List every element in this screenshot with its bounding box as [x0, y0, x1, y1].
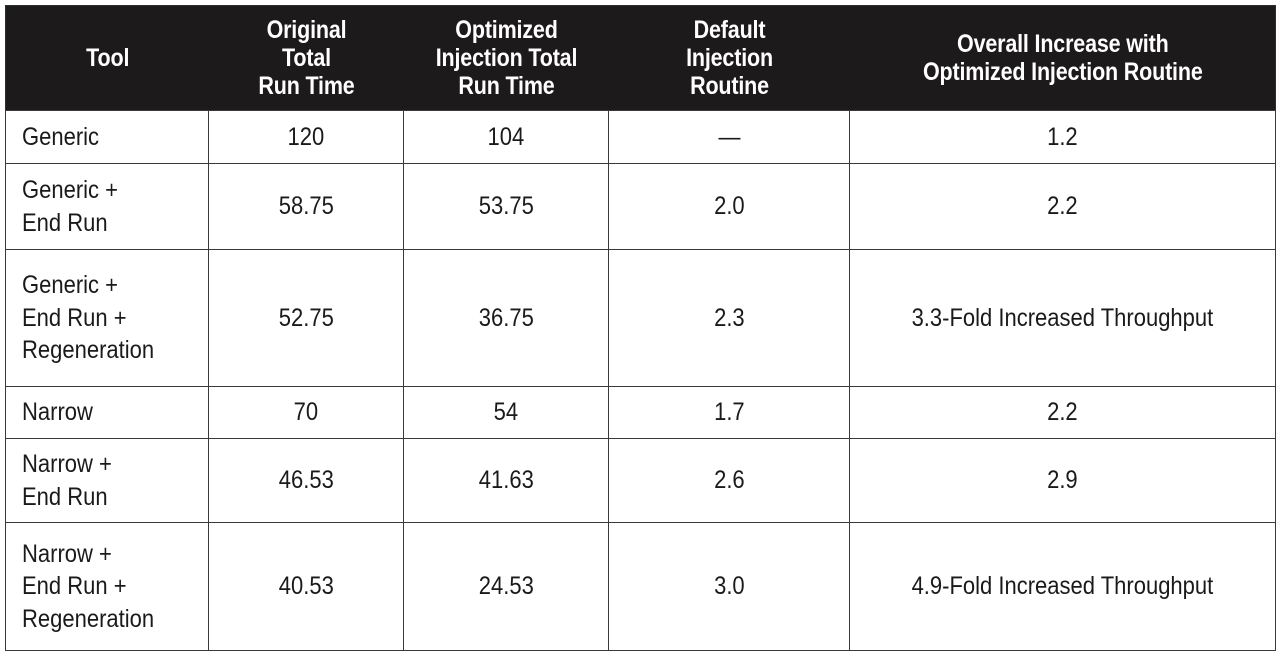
table-row: Narrow 70 54 1.7 2.2 — [5, 386, 1276, 440]
cell-optimized-text: 36.75 — [478, 303, 534, 332]
cell-default-injection-routine: 2.3 — [608, 249, 850, 388]
cell-original-text: 46.53 — [278, 466, 334, 495]
table-row: Generic 120 104 — 1.2 — [5, 109, 1276, 165]
cell-overall-text: 1.2 — [1047, 122, 1078, 151]
column-header-original-line-3: Run Time — [257, 72, 355, 100]
cell-original-text: 58.75 — [278, 192, 334, 221]
column-header-default-injection-routine: Default Injection Routine — [625, 5, 833, 111]
column-header-original-line-2: Total — [281, 44, 331, 72]
cell-default-injection-routine: 2.6 — [608, 438, 850, 524]
cell-tool: Narrow + End Run — [5, 438, 209, 524]
cell-overall-increase: 3.3-Fold Increased Throughput — [849, 249, 1276, 388]
cell-overall-text: 2.2 — [1047, 398, 1078, 427]
cell-original-total-run-time: 70 — [208, 386, 404, 440]
cell-tool-text: Narrow + End Run + Regeneration — [22, 539, 155, 633]
cell-default-injection-routine: 1.7 — [608, 386, 850, 440]
cell-optimized-injection-total-run-time: 54 — [403, 386, 609, 440]
comparison-table-container: Tool Original Total Run Time Optimized I… — [5, 5, 1276, 651]
table-row: Generic + End Run + Regeneration 52.75 3… — [5, 249, 1276, 388]
cell-original-text: 70 — [293, 398, 319, 427]
table-body: Generic 120 104 — 1.2 Generic + End Run … — [5, 109, 1276, 651]
table-row: Narrow + End Run 46.53 41.63 2.6 2.9 — [5, 438, 1276, 524]
cell-original-text: 120 — [287, 122, 325, 151]
cell-overall-increase: 2.9 — [849, 438, 1276, 524]
cell-tool-text: Narrow + End Run — [22, 450, 112, 511]
table-header: Tool Original Total Run Time Optimized I… — [5, 5, 1276, 111]
table-row: Generic + End Run 58.75 53.75 2.0 2.2 — [5, 163, 1276, 251]
cell-overall-text: 2.9 — [1047, 466, 1078, 495]
cell-default-text: 2.3 — [713, 303, 745, 332]
column-header-tool-line-1: Tool — [85, 44, 129, 72]
cell-tool-text: Narrow — [22, 398, 93, 427]
tool-run-time-comparison-table: Tool Original Total Run Time Optimized I… — [5, 5, 1276, 651]
cell-default-injection-routine: 2.0 — [608, 163, 850, 251]
column-header-default-line-1: Default — [693, 16, 765, 44]
cell-default-injection-routine: 3.0 — [608, 522, 850, 651]
cell-optimized-injection-total-run-time: 24.53 — [403, 522, 609, 651]
column-header-optimized-line-1: Optimized — [454, 16, 558, 44]
cell-tool: Narrow + End Run + Regeneration — [5, 522, 209, 651]
cell-tool: Generic + End Run — [5, 163, 209, 251]
cell-overall-increase: 2.2 — [849, 163, 1276, 251]
cell-optimized-text: 53.75 — [478, 192, 534, 221]
cell-default-text: 2.0 — [713, 192, 745, 221]
cell-original-total-run-time: 46.53 — [208, 438, 404, 524]
cell-optimized-injection-total-run-time: 53.75 — [403, 163, 609, 251]
cell-optimized-text: 54 — [493, 398, 519, 427]
cell-original-total-run-time: 40.53 — [208, 522, 404, 651]
cell-overall-text: 4.9-Fold Increased Throughput — [911, 572, 1214, 601]
cell-original-total-run-time: 120 — [208, 109, 404, 165]
cell-original-total-run-time: 52.75 — [208, 249, 404, 388]
column-header-tool: Tool — [19, 5, 195, 111]
cell-original-text: 40.53 — [278, 572, 334, 601]
cell-optimized-text: 104 — [487, 122, 525, 151]
cell-default-text: 1.7 — [713, 398, 745, 427]
cell-optimized-text: 41.63 — [478, 466, 534, 495]
cell-tool-text: Generic + End Run — [22, 176, 119, 237]
cell-overall-increase: 4.9-Fold Increased Throughput — [849, 522, 1276, 651]
column-header-original-total-run-time: Original Total Run Time — [222, 5, 390, 111]
column-header-optimized-line-3: Run Time — [457, 72, 555, 100]
cell-tool: Narrow — [5, 386, 209, 440]
cell-optimized-injection-total-run-time: 104 — [403, 109, 609, 165]
cell-optimized-text: 24.53 — [478, 572, 534, 601]
cell-optimized-injection-total-run-time: 36.75 — [403, 249, 609, 388]
cell-original-text: 52.75 — [278, 303, 334, 332]
cell-default-injection-routine: — — [608, 109, 850, 165]
column-header-overall-line-2: Optimized Injection Routine — [922, 58, 1203, 86]
cell-original-total-run-time: 58.75 — [208, 163, 404, 251]
table-row: Narrow + End Run + Regeneration 40.53 24… — [5, 522, 1276, 651]
cell-overall-text: 2.2 — [1047, 192, 1078, 221]
cell-tool-text: Generic — [22, 122, 100, 151]
column-header-optimized-injection-total-run-time: Optimized Injection Total Run Time — [417, 5, 595, 111]
cell-tool-text: Generic + End Run + Regeneration — [22, 271, 155, 365]
cell-tool: Generic + End Run + Regeneration — [5, 249, 209, 388]
cell-default-text: — — [718, 122, 740, 151]
cell-default-text: 3.0 — [713, 572, 745, 601]
cell-overall-increase: 2.2 — [849, 386, 1276, 440]
cell-overall-text: 3.3-Fold Increased Throughput — [911, 303, 1214, 332]
column-header-overall-line-1: Overall Increase with — [956, 30, 1169, 58]
cell-tool: Generic — [5, 109, 209, 165]
cell-optimized-injection-total-run-time: 41.63 — [403, 438, 609, 524]
cell-overall-increase: 1.2 — [849, 109, 1276, 165]
column-header-default-line-3: Routine — [689, 72, 769, 100]
cell-default-text: 2.6 — [713, 466, 745, 495]
column-header-optimized-line-2: Injection Total — [435, 44, 577, 72]
column-header-overall-increase: Overall Increase with Optimized Injectio… — [879, 5, 1246, 111]
table-header-row: Tool Original Total Run Time Optimized I… — [5, 5, 1276, 111]
column-header-default-line-2: Injection — [685, 44, 773, 72]
column-header-original-line-1: Original — [266, 16, 346, 44]
